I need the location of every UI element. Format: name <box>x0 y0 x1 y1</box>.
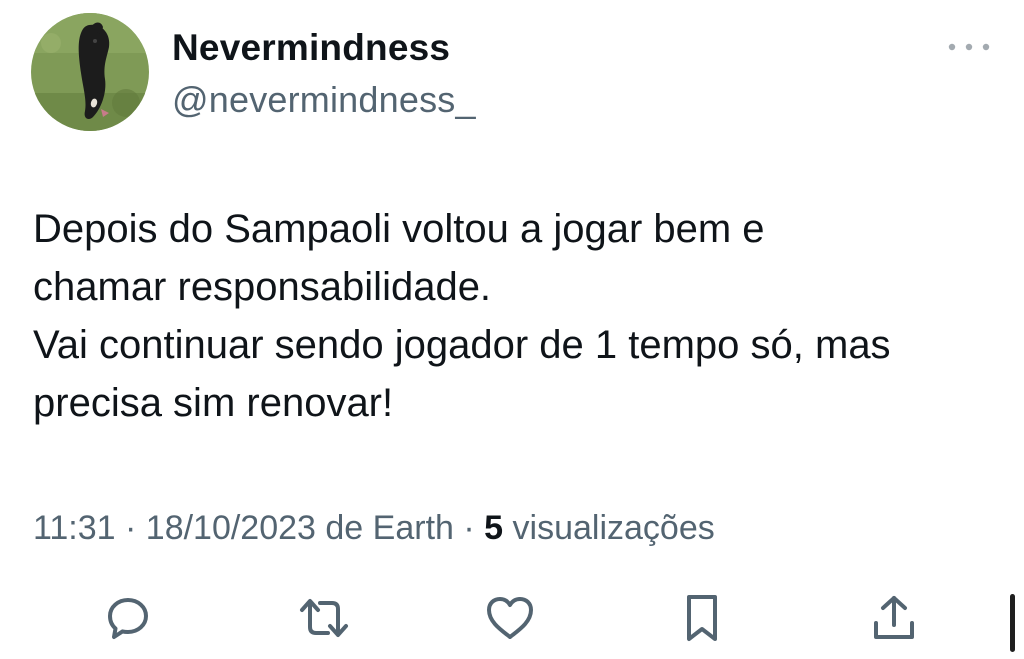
bookmark-button[interactable] <box>674 590 730 646</box>
heart-icon <box>487 597 533 639</box>
more-horizontal-icon <box>948 43 990 51</box>
avatar[interactable] <box>31 13 149 131</box>
like-button[interactable] <box>482 590 538 646</box>
tweet-time[interactable]: 11:31 <box>33 509 116 547</box>
views-count[interactable]: 5 <box>484 509 503 547</box>
meta-separator: · <box>115 509 146 547</box>
retweet-icon <box>300 599 348 637</box>
meta-separator: · <box>453 509 485 547</box>
tweet-source: de Earth <box>315 509 454 547</box>
tweet-text-line: Vai continuar sendo jogador de 1 tempo s… <box>33 323 891 367</box>
tweet-text: Depois do Sampaoli voltou a jogar bem e … <box>33 200 1008 432</box>
tweet-metadata: 11:31 · 18/10/2023 de Earth · 5 visualiz… <box>33 506 715 550</box>
views-label: visualizações <box>503 509 715 547</box>
scrollbar[interactable] <box>1010 594 1015 652</box>
share-icon <box>874 596 914 639</box>
avatar-photo <box>31 13 149 131</box>
bookmark-icon <box>687 595 717 641</box>
tweet-card: Nevermindness @nevermindness_ Depois do … <box>0 0 1024 659</box>
reply-icon <box>108 598 148 639</box>
share-button[interactable] <box>866 590 922 646</box>
tweet-date[interactable]: 18/10/2023 <box>146 509 316 547</box>
more-options-button[interactable] <box>946 36 992 58</box>
tweet-text-line: precisa sim renovar! <box>33 381 394 425</box>
tweet-actions-bar <box>0 590 1024 650</box>
tweet-text-line: chamar responsabilidade. <box>33 265 492 309</box>
tweet-text-line: Depois do Sampaoli voltou a jogar bem e <box>33 207 765 251</box>
user-handle[interactable]: @nevermindness_ <box>172 78 476 122</box>
retweet-button[interactable] <box>296 590 352 646</box>
display-name[interactable]: Nevermindness <box>172 26 476 70</box>
author-info[interactable]: Nevermindness @nevermindness_ <box>172 26 476 122</box>
reply-button[interactable] <box>100 590 156 646</box>
